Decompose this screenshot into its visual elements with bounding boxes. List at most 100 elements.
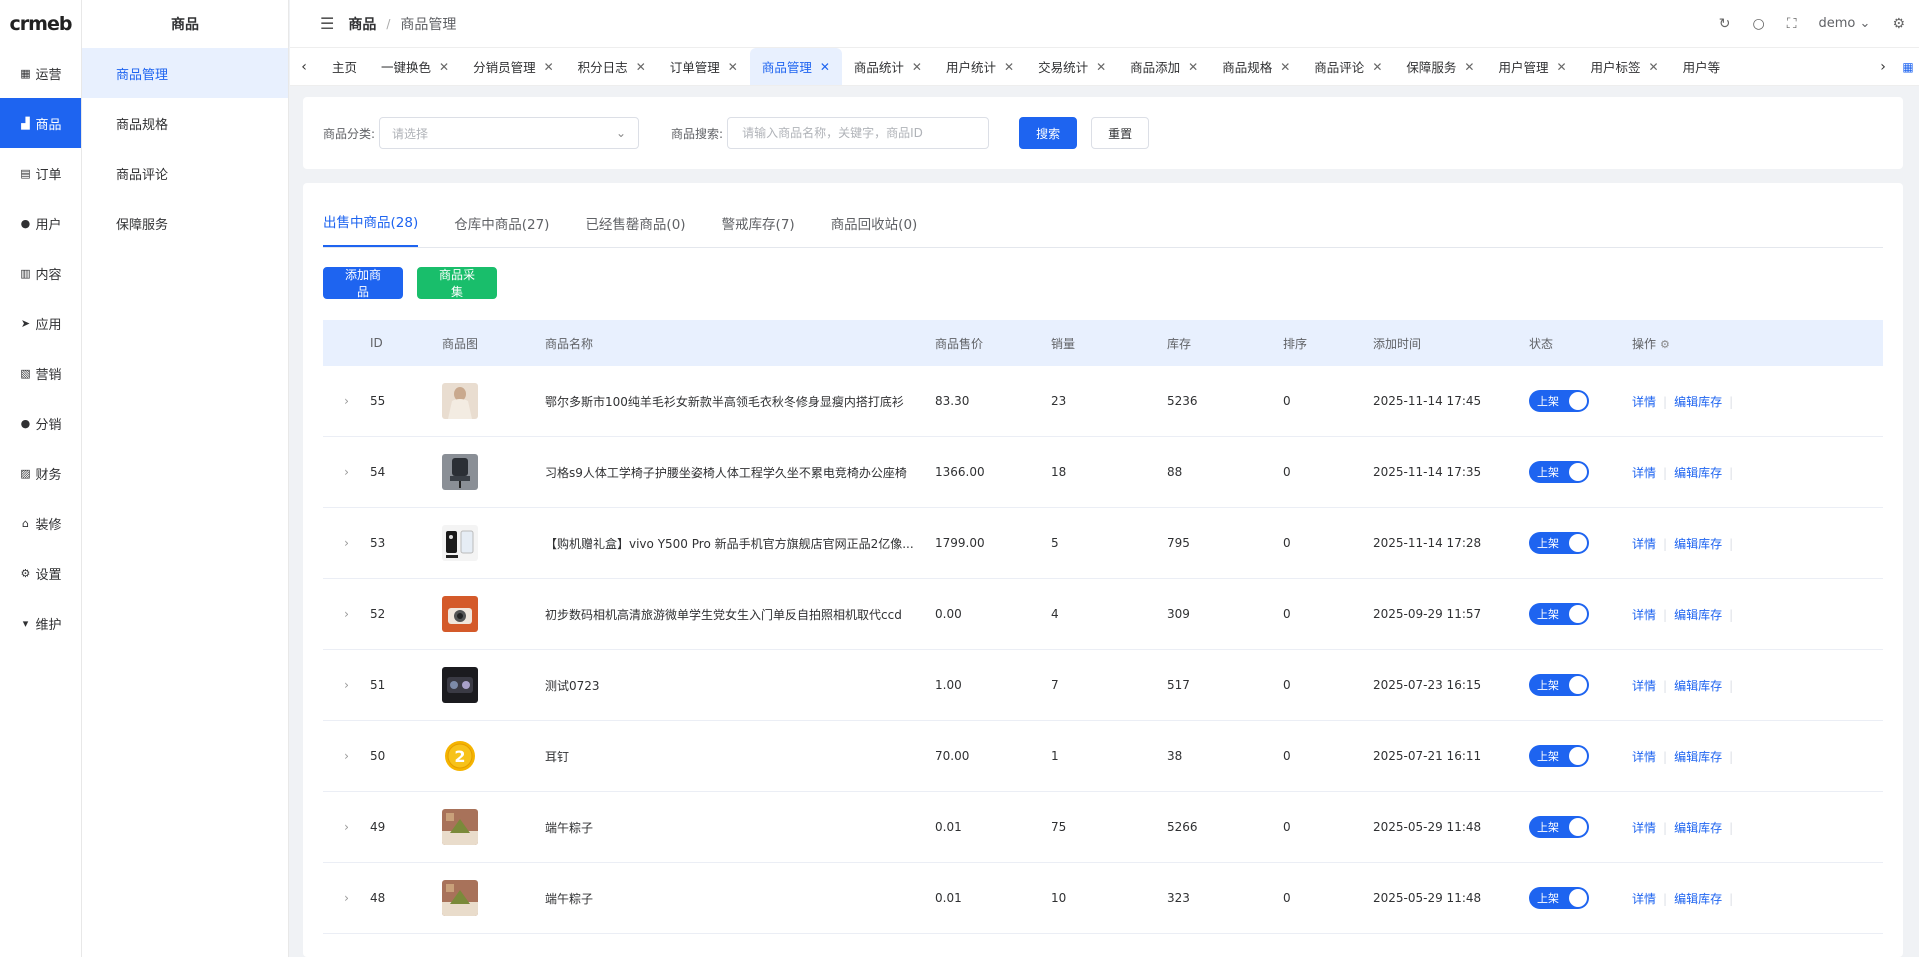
rail-item-0[interactable]: ▦ 运营	[0, 48, 81, 98]
user-menu[interactable]: demo ⌄	[1819, 16, 1871, 31]
close-icon[interactable]: ✕	[1096, 60, 1106, 74]
status-toggle[interactable]: 上架	[1529, 887, 1589, 909]
close-icon[interactable]: ✕	[820, 60, 830, 74]
detail-link[interactable]: 详情	[1632, 679, 1656, 693]
tab-15[interactable]: 用户等	[1671, 48, 1733, 85]
detail-link[interactable]: 详情	[1632, 395, 1656, 409]
submenu-item-3[interactable]: 保障服务	[82, 198, 288, 248]
status-toggle[interactable]: 上架	[1529, 390, 1589, 412]
product-thumbnail[interactable]: 2	[442, 738, 545, 774]
tab-6[interactable]: 商品统计 ✕	[842, 48, 934, 85]
expand-chevron-icon[interactable]: ›	[323, 749, 370, 763]
status-tab-1[interactable]: 仓库中商品(27)	[454, 213, 549, 247]
status-toggle[interactable]: 上架	[1529, 816, 1589, 838]
product-thumbnail[interactable]	[442, 667, 545, 703]
submenu-item-1[interactable]: 商品规格	[82, 98, 288, 148]
rail-item-9[interactable]: ⌂ 装修	[0, 498, 81, 548]
close-icon[interactable]: ✕	[1372, 60, 1382, 74]
status-tab-3[interactable]: 警戒库存(7)	[722, 213, 795, 247]
product-thumbnail[interactable]	[442, 809, 545, 845]
detail-link[interactable]: 详情	[1632, 537, 1656, 551]
search-input[interactable]	[727, 117, 990, 149]
edit-stock-link[interactable]: 编辑库存	[1674, 821, 1722, 835]
expand-chevron-icon[interactable]: ›	[323, 607, 370, 621]
rail-item-11[interactable]: ▾ 维护	[0, 598, 81, 648]
expand-chevron-icon[interactable]: ›	[323, 394, 370, 408]
status-toggle[interactable]: 上架	[1529, 603, 1589, 625]
detail-link[interactable]: 详情	[1632, 821, 1656, 835]
rail-item-7[interactable]: ● 分销	[0, 398, 81, 448]
edit-stock-link[interactable]: 编辑库存	[1674, 750, 1722, 764]
rail-item-6[interactable]: ▧ 营销	[0, 348, 81, 398]
expand-chevron-icon[interactable]: ›	[323, 820, 370, 834]
tabs-menu-icon[interactable]: ▦	[1897, 60, 1919, 74]
tab-1[interactable]: 一键换色 ✕	[369, 48, 461, 85]
gear-icon[interactable]: ⚙	[1660, 338, 1670, 351]
tab-13[interactable]: 用户管理 ✕	[1486, 48, 1578, 85]
close-icon[interactable]: ✕	[1649, 60, 1659, 74]
tab-7[interactable]: 用户统计 ✕	[934, 48, 1026, 85]
app-logo[interactable]: crmeb	[0, 0, 81, 48]
reset-button[interactable]: 重置	[1091, 117, 1150, 149]
search-button[interactable]: 搜索	[1019, 117, 1078, 149]
product-thumbnail[interactable]	[442, 880, 545, 916]
close-icon[interactable]: ✕	[544, 60, 554, 74]
status-toggle[interactable]: 上架	[1529, 532, 1589, 554]
rail-item-4[interactable]: ▥ 内容	[0, 248, 81, 298]
expand-chevron-icon[interactable]: ›	[323, 465, 370, 479]
fullscreen-icon[interactable]: ⛶	[1787, 16, 1797, 32]
detail-link[interactable]: 详情	[1632, 750, 1656, 764]
status-toggle[interactable]: 上架	[1529, 745, 1589, 767]
collect-product-button[interactable]: 商品采集	[417, 267, 497, 299]
expand-chevron-icon[interactable]: ›	[323, 678, 370, 692]
rail-item-1[interactable]: ▟ 商品	[0, 98, 81, 148]
expand-chevron-icon[interactable]: ›	[323, 536, 370, 550]
tab-5[interactable]: 商品管理 ✕	[749, 48, 842, 85]
category-select[interactable]: 请选择 ⌄	[379, 117, 640, 149]
product-thumbnail[interactable]	[442, 525, 545, 561]
breadcrumb-root[interactable]: 商品	[348, 14, 376, 34]
menu-toggle-icon[interactable]: ☰	[320, 14, 334, 33]
status-tab-4[interactable]: 商品回收站(0)	[831, 213, 918, 247]
product-thumbnail[interactable]	[442, 454, 545, 490]
tab-14[interactable]: 用户标签 ✕	[1579, 48, 1671, 85]
tab-9[interactable]: 商品添加 ✕	[1118, 48, 1210, 85]
status-toggle[interactable]: 上架	[1529, 674, 1589, 696]
edit-stock-link[interactable]: 编辑库存	[1674, 892, 1722, 906]
gear-icon[interactable]: ⚙	[1892, 16, 1905, 32]
edit-stock-link[interactable]: 编辑库存	[1674, 537, 1722, 551]
status-tab-0[interactable]: 出售中商品(28)	[323, 211, 419, 247]
close-icon[interactable]: ✕	[912, 60, 922, 74]
rail-item-8[interactable]: ▨ 财务	[0, 448, 81, 498]
tab-4[interactable]: 订单管理 ✕	[658, 48, 750, 85]
status-tab-2[interactable]: 已经售罄商品(0)	[585, 213, 685, 247]
tab-12[interactable]: 保障服务 ✕	[1394, 48, 1486, 85]
close-icon[interactable]: ✕	[636, 60, 646, 74]
tab-0[interactable]: 主页	[318, 48, 369, 85]
detail-link[interactable]: 详情	[1632, 892, 1656, 906]
close-icon[interactable]: ✕	[439, 60, 449, 74]
rail-item-5[interactable]: ➤ 应用	[0, 298, 81, 348]
submenu-item-0[interactable]: 商品管理	[82, 48, 288, 98]
tabs-scroll-left-icon[interactable]: ‹	[290, 59, 318, 75]
rail-item-10[interactable]: ⚙ 设置	[0, 548, 81, 598]
close-icon[interactable]: ✕	[1188, 60, 1198, 74]
product-thumbnail[interactable]	[442, 596, 545, 632]
close-icon[interactable]: ✕	[1280, 60, 1290, 74]
edit-stock-link[interactable]: 编辑库存	[1674, 395, 1722, 409]
refresh-icon[interactable]: ↻	[1719, 16, 1731, 32]
rail-item-3[interactable]: ● 用户	[0, 198, 81, 248]
product-thumbnail[interactable]	[442, 383, 545, 419]
edit-stock-link[interactable]: 编辑库存	[1674, 679, 1722, 693]
tabs-scroll-right-icon[interactable]: ›	[1869, 59, 1897, 75]
edit-stock-link[interactable]: 编辑库存	[1674, 608, 1722, 622]
status-toggle[interactable]: 上架	[1529, 461, 1589, 483]
detail-link[interactable]: 详情	[1632, 466, 1656, 480]
close-icon[interactable]: ✕	[728, 60, 738, 74]
rail-item-2[interactable]: ▤ 订单	[0, 148, 81, 198]
expand-chevron-icon[interactable]: ›	[323, 891, 370, 905]
add-product-button[interactable]: 添加商品	[323, 267, 403, 299]
tab-11[interactable]: 商品评论 ✕	[1302, 48, 1394, 85]
close-icon[interactable]: ✕	[1556, 60, 1566, 74]
close-icon[interactable]: ✕	[1004, 60, 1014, 74]
